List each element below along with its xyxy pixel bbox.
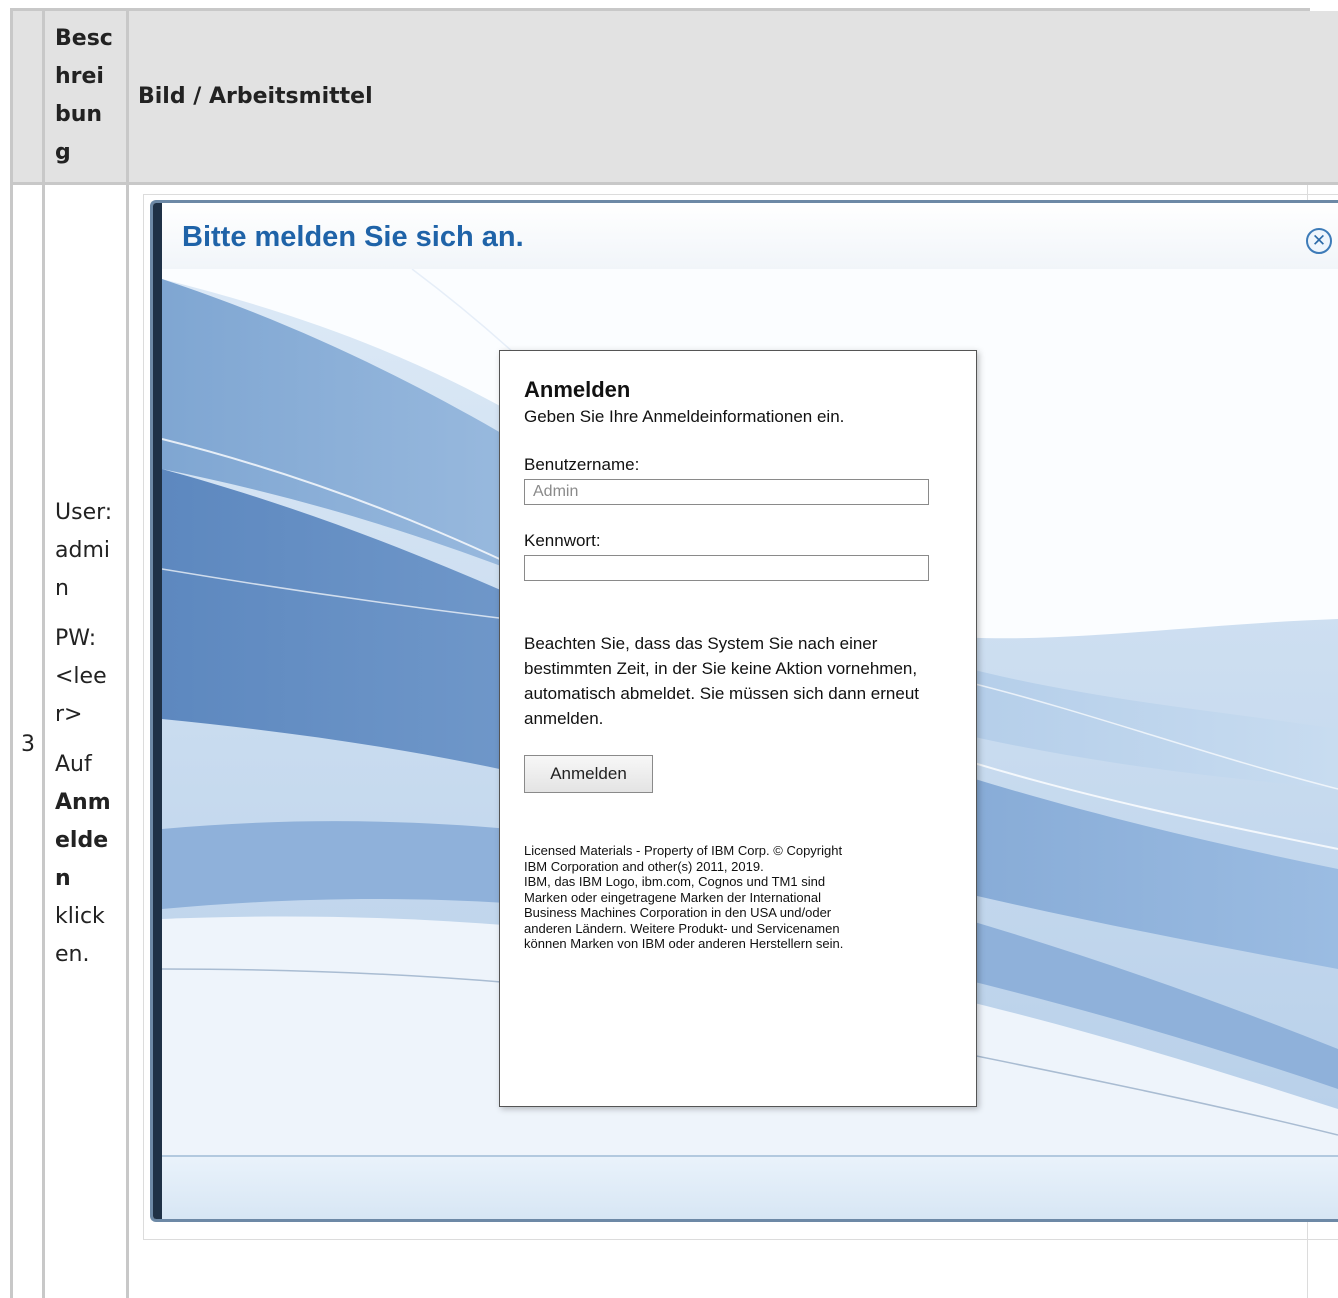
header-line: Besc [55, 26, 113, 51]
session-timeout-note: Beachten Sie, dass das System Sie nach e… [524, 634, 920, 728]
row-number: 3 [21, 732, 35, 757]
legal-line: Marken oder eingetragene Marken der Inte… [524, 889, 822, 905]
login-subtitle: Geben Sie Ihre Anmeldeinformationen ein. [524, 407, 845, 426]
dialog-left-edge [153, 203, 162, 1219]
table-border-col2 [126, 8, 129, 1298]
legal-line: können Marken von IBM oder anderen Herst… [524, 936, 844, 951]
password-field[interactable] [524, 555, 929, 581]
dialog-title-bar: Bitte melden Sie sich an. ✕ [162, 203, 1338, 271]
user-instruction: User: admi n [55, 500, 113, 601]
legal-line: Business Machines Corporation in den USA… [524, 905, 832, 920]
username-label: Benutzername: [524, 455, 640, 474]
username-field[interactable]: Admin [524, 479, 929, 505]
legal-notice: Licensed Materials - Property of IBM Cor… [524, 843, 944, 952]
dialog-footer [162, 1155, 1338, 1219]
table-border-left [10, 8, 13, 1298]
header-line: hrei [55, 64, 104, 89]
login-panel: Anmelden Geben Sie Ihre Anmeldeinformati… [499, 350, 977, 1107]
login-button[interactable]: Anmelden [524, 755, 653, 793]
legal-line: IBM, das IBM Logo, ibm.com, Cognos und T… [524, 874, 826, 889]
legal-line: Licensed Materials - Property of IBM Cor… [524, 843, 843, 858]
table-border-col1 [42, 8, 45, 1298]
table-row-separator [10, 182, 1338, 185]
dialog-title: Bitte melden Sie sich an. [182, 221, 524, 253]
row-description: User: admi n PW: <lee r> Auf Anm elde n … [55, 494, 123, 986]
header-bild-arbeitsmittel: Bild / Arbeitsmittel [138, 84, 373, 109]
legal-line: anderen Ländern. Weitere Produkt- und Se… [524, 920, 840, 936]
header-beschreibung: Besc hrei bun g [55, 20, 121, 172]
header-line: g [55, 140, 71, 165]
close-icon[interactable]: ✕ [1306, 228, 1332, 254]
header-line: bun [55, 102, 103, 127]
password-label: Kennwort: [524, 531, 601, 550]
click-instruction: Auf Anm elde n klick en. [55, 752, 111, 967]
password-instruction: PW: <lee r> [55, 626, 107, 727]
login-title: Anmelden [524, 377, 631, 402]
legal-line: IBM Corporation and other(s) 2011, 2019. [524, 858, 764, 874]
